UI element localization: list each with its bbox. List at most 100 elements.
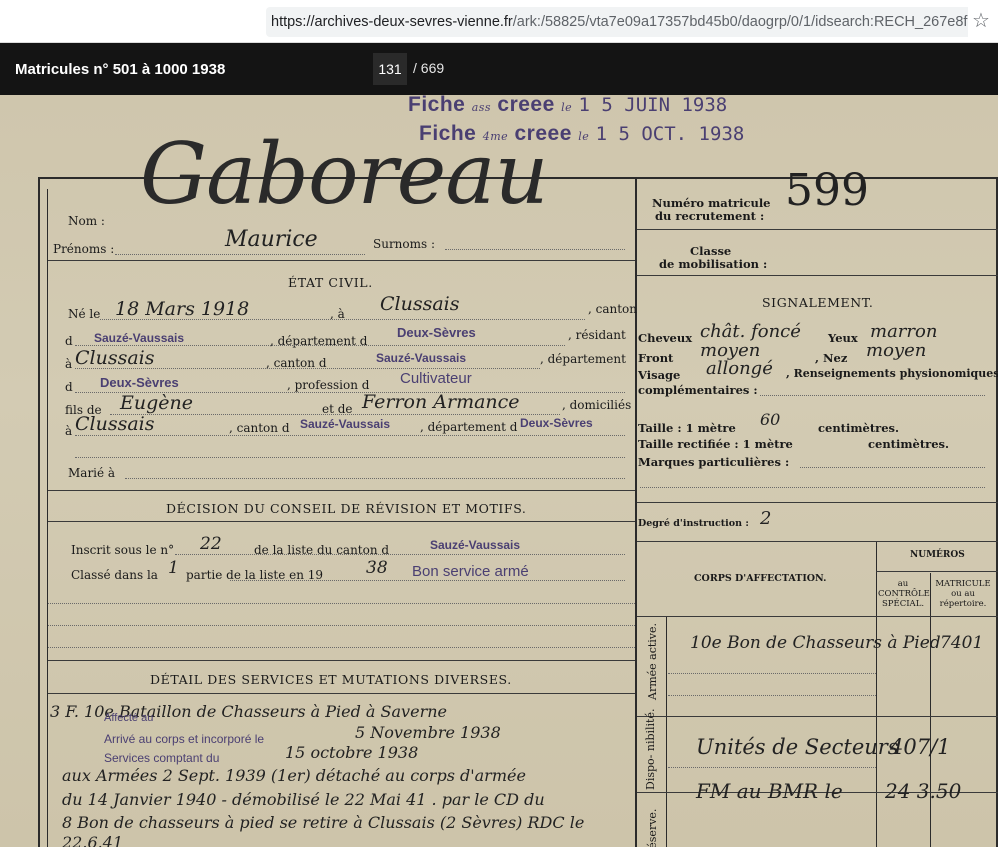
rule (637, 616, 998, 617)
detail-line2: du 14 Janvier 1940 - démobilisé le 22 Ma… (62, 790, 545, 809)
dots (100, 319, 585, 320)
dots (230, 580, 625, 581)
label-nom: Nom : (68, 214, 105, 228)
label-centimetres: centimètres. (818, 421, 900, 435)
dots (75, 368, 540, 369)
heading-detail: DÉTAIL DES SERVICES ET MUTATIONS DIVERSE… (150, 672, 512, 687)
label-departement-d2: , département d (420, 420, 518, 434)
label-nez: , Nez (815, 351, 848, 365)
stamp-fiche-juin: Fiche ass creee le 1 5 JUIN 1938 (408, 95, 728, 116)
browser-url-bar: https://archives-deux-sevres-vienne.fr/a… (0, 0, 998, 43)
mother-name: Ferron Armance (362, 391, 520, 413)
label-matricule-rep: MATRICULE ou au répertoire. (935, 579, 991, 609)
label-ne-le: Né le (68, 307, 101, 321)
label-inscrit: Inscrit sous le n° (71, 543, 175, 557)
detail-arrive-hw: 5 Novembre 1938 (355, 723, 501, 742)
heading-signalement: SIGNALEMENT. (762, 295, 874, 310)
dots (48, 625, 635, 626)
firstname-handwritten: Maurice (225, 227, 318, 252)
dots (668, 767, 876, 768)
rule (48, 490, 635, 491)
dispo-number: 407/1 (890, 735, 951, 759)
inscription-canton: Sauzé-Vaussais (430, 538, 521, 552)
cheveux-value: chât. foncé (700, 321, 801, 342)
detail-arrive-typed: Arrivé au corps et incorporé le (104, 732, 265, 746)
label-disponibilite: Dispo- nibilité. (644, 708, 657, 791)
dots (800, 467, 985, 468)
label-domicilies: , domiciliés (562, 398, 632, 412)
birth-date: 18 Mars 1918 (115, 298, 250, 320)
rule (637, 502, 998, 503)
url-host: https://archives-deux-sevres-vienne.fr (271, 14, 513, 30)
detail-affecte-typed: Affecté au (104, 712, 154, 724)
label-marie: Marié à (68, 466, 116, 480)
url-field[interactable]: https://archives-deux-sevres-vienne.fr/a… (266, 7, 968, 37)
label-d2: d (65, 380, 73, 394)
dots (75, 457, 625, 458)
dots (445, 249, 625, 250)
rule (637, 275, 998, 276)
label-resident: , résidant (568, 328, 626, 342)
label-front: Front (638, 351, 674, 365)
label-cheveux: Cheveux (638, 331, 693, 345)
document-viewer[interactable]: Fiche ass creee le 1 5 JUIN 1938 Fiche 4… (0, 95, 998, 847)
rule (48, 260, 635, 261)
table-col-rule (930, 573, 931, 847)
column-divider (635, 177, 637, 847)
dots (75, 345, 565, 346)
label-surnoms: Surnoms : (373, 237, 436, 251)
label-reserve: Réserve. (646, 808, 659, 847)
label-numero-matricule: Numéro matricule (652, 196, 771, 210)
rule (48, 660, 635, 661)
table-col-rule (666, 617, 667, 847)
url-path: /ark:/58825/vta7e09a17357bd45b0/daogrp/0… (512, 14, 968, 30)
label-departement2: , département (540, 352, 626, 366)
dots (125, 478, 625, 479)
rule (637, 229, 998, 230)
rule (637, 541, 998, 542)
detail-line4: 22.6.41 (62, 833, 124, 847)
inscription-number: 22 (200, 534, 222, 554)
visage-value: allongé (706, 358, 773, 379)
viewer-toolbar: Matricules n° 501 à 1000 1938 (0, 43, 998, 95)
dots (110, 414, 560, 415)
father-name: Eugène (120, 392, 193, 414)
page-number-input[interactable] (373, 53, 407, 85)
reserve-number: 24 3.50 (885, 779, 962, 803)
birth-department: Deux-Sèvres (397, 325, 476, 340)
domicile-department: Deux-Sèvres (520, 416, 593, 430)
dots (75, 435, 625, 436)
table-col-rule (876, 542, 877, 847)
label-marques: Marques particulières : (638, 455, 790, 469)
domicile-place: Clussais (75, 413, 155, 435)
label-taille: Taille : 1 mètre (638, 421, 736, 435)
rule (876, 571, 998, 572)
label-complementaires: complémentaires : (638, 383, 758, 397)
reserve-corps: FM au BMR le (696, 779, 843, 803)
dots (640, 487, 985, 488)
birth-canton: Sauzé-Vaussais (94, 331, 185, 345)
army-matricule: 7401 (940, 633, 984, 653)
residence-place: Clussais (75, 347, 155, 369)
residence-canton: Sauzé-Vaussais (376, 351, 467, 365)
rule (48, 693, 635, 694)
partie-number: 1 (168, 558, 179, 578)
inner-left-rule (47, 189, 48, 847)
detail-line1: aux Armées 2 Sept. 1939 (1er) détaché au… (62, 766, 526, 785)
service-class: Bon service armé (412, 563, 529, 580)
dots (115, 254, 365, 255)
label-renseignements: , Renseignements physionomiques (786, 367, 998, 380)
label-profession: , profession d (287, 378, 370, 392)
label-d: d (65, 334, 73, 348)
label-prenoms: Prénoms : (53, 242, 115, 256)
star-icon[interactable]: ☆ (972, 9, 990, 33)
label-centimetres2: centimètres. (868, 437, 950, 451)
heading-decision: DÉCISION DU CONSEIL DE RÉVISION ET MOTIF… (166, 501, 527, 516)
detail-services-hw: 15 octobre 1938 (285, 743, 419, 762)
label-de-mobilisation: de mobilisation : (659, 257, 768, 271)
dispo-unit: Unités de Secteurs (696, 735, 899, 759)
label-classe-dans: Classé dans la (71, 568, 158, 582)
nez-value: moyen (866, 340, 927, 361)
domicile-canton: Sauzé-Vaussais (300, 417, 391, 431)
residence-department: Deux-Sèvres (100, 375, 179, 390)
